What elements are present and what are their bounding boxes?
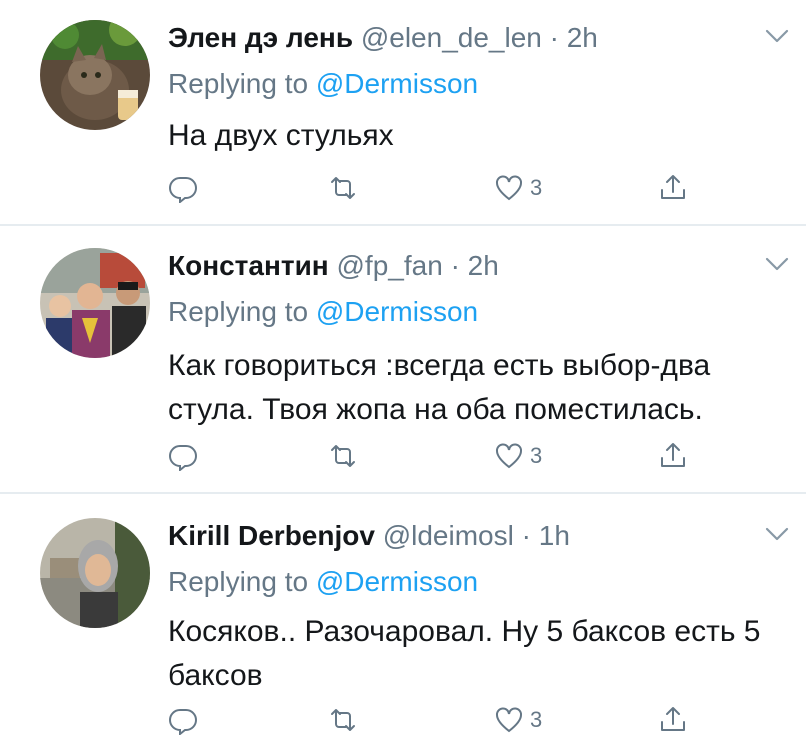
- timestamp[interactable]: 1h: [539, 520, 570, 551]
- like-count: 3: [530, 707, 543, 732]
- replying-to: Replying to @Dermisson: [168, 292, 478, 332]
- replying-prefix: Replying to: [168, 566, 309, 597]
- tweet[interactable]: Константин @fp_fan · 2h Replying to @Der…: [0, 226, 806, 494]
- share-icon: [661, 707, 685, 731]
- share-icon: [661, 443, 685, 467]
- user-handle[interactable]: @ldeimosl: [383, 520, 514, 551]
- display-name[interactable]: Kirill Derbenjov: [168, 520, 375, 551]
- display-name[interactable]: Константин: [168, 250, 329, 281]
- retweet-icon: [331, 177, 355, 199]
- reply-button[interactable]: [168, 700, 198, 740]
- reply-button[interactable]: [168, 168, 198, 208]
- display-name[interactable]: Элен дэ лень: [168, 22, 353, 53]
- replying-to: Replying to @Dermisson: [168, 562, 478, 602]
- tweet-header: Константин @fp_fan · 2h: [168, 246, 806, 286]
- like-button[interactable]: 3: [494, 700, 542, 740]
- replying-prefix: Replying to: [168, 296, 309, 327]
- separator: ·: [521, 520, 531, 551]
- share-icon: [661, 175, 685, 199]
- avatar[interactable]: [40, 20, 150, 130]
- reply-icon: [169, 177, 197, 203]
- tweet-text: Как говориться :всегда есть выбор-два ст…: [168, 349, 711, 426]
- like-count: 3: [530, 175, 543, 200]
- reply-icon: [169, 709, 197, 735]
- user-handle[interactable]: @fp_fan: [337, 250, 443, 281]
- like-button[interactable]: 3: [494, 168, 542, 208]
- chevron-down-icon[interactable]: [764, 26, 790, 46]
- tweet-actions: 3: [168, 168, 708, 208]
- retweet-icon: [331, 709, 355, 731]
- tweet-text: Косяков.. Разочаровал. Ну 5 баксов есть …: [168, 615, 761, 692]
- retweet-icon: [331, 445, 355, 467]
- user-handle[interactable]: @elen_de_len: [361, 22, 542, 53]
- reply-icon: [169, 445, 197, 471]
- replying-to: Replying to @Dermisson: [168, 64, 478, 104]
- retweet-button[interactable]: [328, 700, 358, 740]
- timestamp[interactable]: 2h: [567, 22, 598, 53]
- replying-prefix: Replying to: [168, 68, 309, 99]
- reply-button[interactable]: [168, 436, 198, 476]
- avatar[interactable]: [40, 248, 150, 358]
- tweet[interactable]: Элен дэ лень @elen_de_len · 2h Replying …: [0, 0, 806, 226]
- separator: ·: [549, 22, 559, 53]
- retweet-button[interactable]: [328, 436, 358, 476]
- tweet-actions: 3: [168, 700, 708, 740]
- share-button[interactable]: [658, 700, 688, 740]
- tweet-header: Элен дэ лень @elen_de_len · 2h: [168, 18, 806, 58]
- retweet-button[interactable]: [328, 168, 358, 208]
- heart-icon: [496, 175, 522, 201]
- like-count: 3: [530, 443, 543, 468]
- heart-icon: [496, 707, 522, 733]
- heart-icon: [496, 443, 522, 469]
- mention-link[interactable]: @Dermisson: [316, 566, 478, 597]
- tweet-actions: 3: [168, 436, 708, 476]
- mention-link[interactable]: @Dermisson: [316, 68, 478, 99]
- share-button[interactable]: [658, 168, 688, 208]
- timestamp[interactable]: 2h: [468, 250, 499, 281]
- avatar[interactable]: [40, 518, 150, 628]
- tweet-text: На двух стульях: [168, 119, 394, 152]
- separator: ·: [450, 250, 460, 281]
- share-button[interactable]: [658, 436, 688, 476]
- chevron-down-icon[interactable]: [764, 254, 790, 274]
- like-button[interactable]: 3: [494, 436, 542, 476]
- mention-link[interactable]: @Dermisson: [316, 296, 478, 327]
- tweet-header: Kirill Derbenjov @ldeimosl · 1h: [168, 516, 806, 556]
- chevron-down-icon[interactable]: [764, 524, 790, 544]
- tweet[interactable]: Kirill Derbenjov @ldeimosl · 1h Replying…: [0, 494, 806, 756]
